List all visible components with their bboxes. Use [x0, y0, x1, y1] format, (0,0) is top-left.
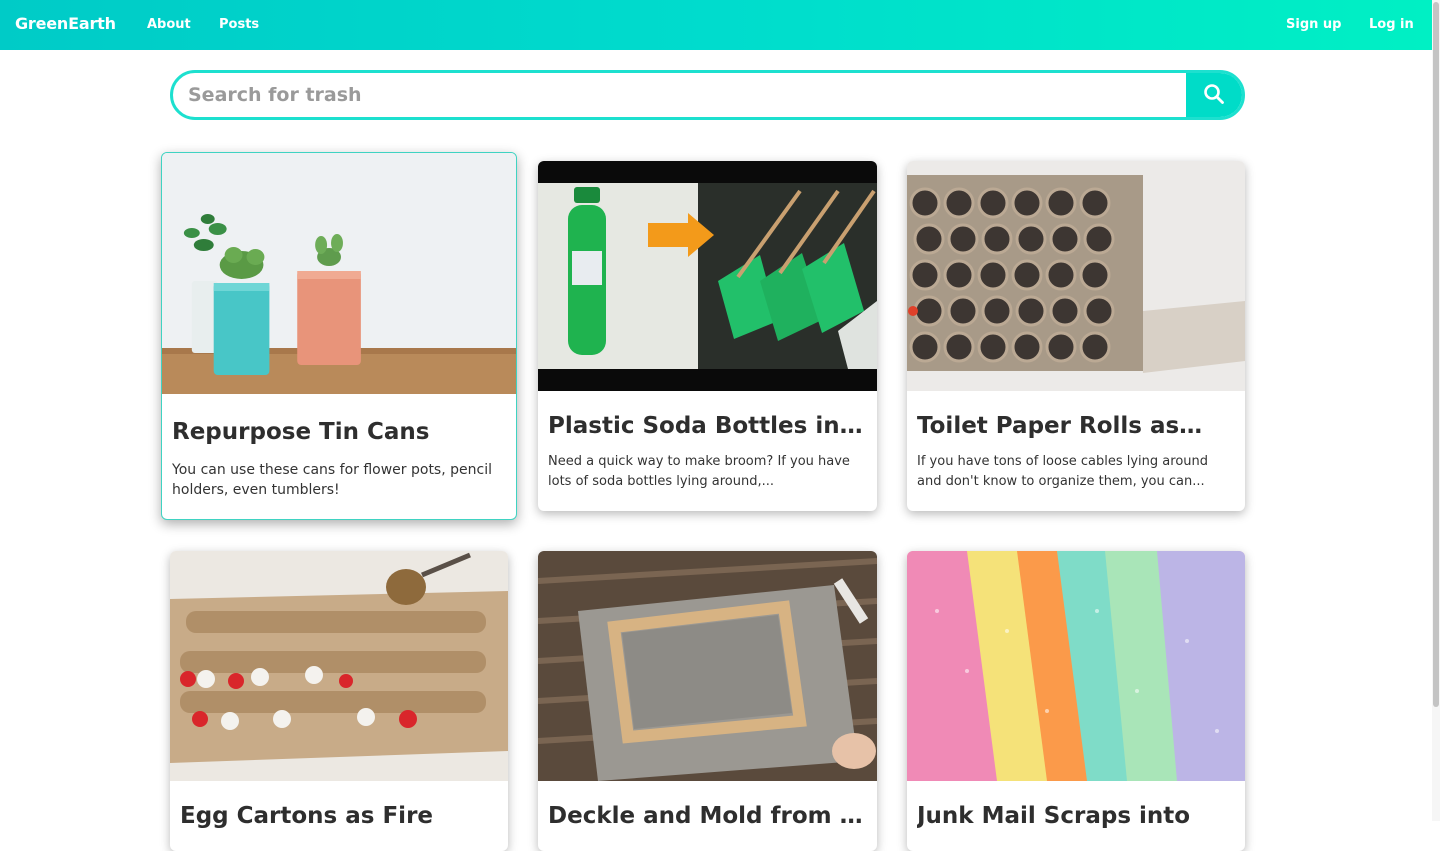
signup-link[interactable]: Sign up [1286, 17, 1341, 32]
search-button[interactable] [1186, 73, 1242, 117]
post-title[interactable]: Junk Mail Scraps into [917, 803, 1235, 829]
toilet-paper-rolls-organizer-image [907, 161, 1245, 391]
nav-link-about[interactable]: About [147, 17, 191, 32]
egg-carton-fire-starter-image [170, 551, 508, 781]
post-card[interactable]: Egg Cartons as Fire [170, 551, 508, 851]
post-title[interactable]: Toilet Paper Rolls as… [917, 413, 1235, 439]
post-title[interactable]: Egg Cartons as Fire [180, 803, 498, 829]
post-card[interactable]: Repurpose Tin Cans You can use these can… [161, 152, 517, 520]
login-link[interactable]: Log in [1369, 17, 1414, 32]
brand-logo[interactable]: GreenEarth [15, 14, 116, 33]
post-title[interactable]: Plastic Soda Bottles into … [548, 413, 867, 439]
post-description: Need a quick way to make broom? If you h… [548, 454, 850, 489]
search-input[interactable] [173, 73, 1186, 117]
search-icon [1203, 83, 1225, 108]
post-title[interactable]: Repurpose Tin Cans [172, 419, 506, 445]
post-card[interactable]: Junk Mail Scraps into [907, 551, 1245, 851]
post-title[interactable]: Deckle and Mold from Bu [548, 803, 867, 829]
scrollbar-track[interactable] [1432, 0, 1440, 821]
post-card[interactable]: Plastic Soda Bottles into … Need a quick… [538, 161, 877, 511]
tin-cans-planters-image [162, 153, 516, 394]
search-bar [170, 70, 1245, 120]
nav-link-posts[interactable]: Posts [219, 17, 259, 32]
post-description: If you have tons of loose cables lying a… [917, 454, 1209, 489]
post-description: You can use these cans for flower pots, … [172, 462, 492, 498]
post-card[interactable]: Deckle and Mold from Bu [538, 551, 877, 851]
soda-bottle-broom-image [538, 161, 877, 391]
deckle-and-mold-image [538, 551, 877, 781]
navbar: GreenEarth About Posts Sign up Log in [0, 0, 1440, 50]
recycled-paper-sheets-image [907, 551, 1245, 781]
post-card[interactable]: Toilet Paper Rolls as… If you have tons … [907, 161, 1245, 511]
scrollbar-thumb[interactable] [1433, 2, 1439, 707]
